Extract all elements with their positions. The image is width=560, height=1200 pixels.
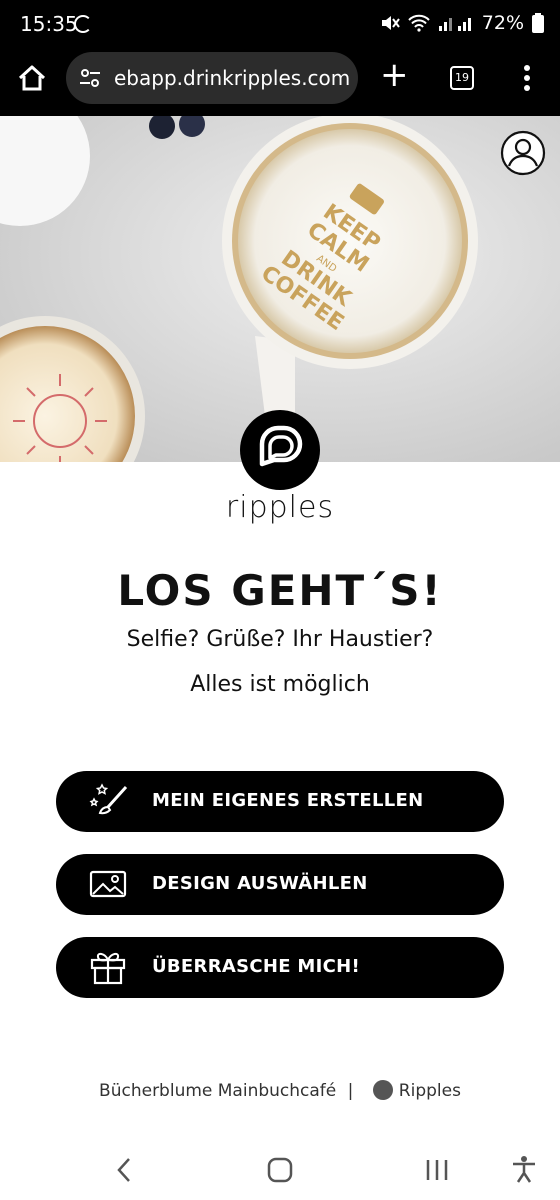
footer: Bücherblume Mainbuchcafé | Ripples xyxy=(0,1080,560,1101)
status-indicators: 72% xyxy=(380,12,544,34)
subtitle-line-1: Selfie? Grüße? Ihr Haustier? xyxy=(126,627,434,652)
create-own-label: MEIN EIGENES ERSTELLEN xyxy=(152,790,424,811)
surprise-me-label: ÜBERRASCHE MICH! xyxy=(152,956,360,977)
ripples-footer-icon xyxy=(372,1080,393,1100)
subtitle-line-2: Alles ist möglich xyxy=(190,672,370,697)
page-title: LOS GEHT´S! xyxy=(117,566,443,615)
image-icon xyxy=(89,870,127,898)
home-nav-icon[interactable] xyxy=(266,1156,294,1184)
status-time: 15:35 xyxy=(20,12,78,36)
battery-icon xyxy=(532,13,544,33)
status-bar: 15:35 72% xyxy=(0,0,560,48)
browser-toolbar: ebapp.drinkripples.com + 19 xyxy=(0,48,560,116)
recent-apps-icon[interactable] xyxy=(424,1156,450,1184)
create-own-button[interactable]: MEIN EIGENES ERSTELLEN xyxy=(56,771,504,832)
brand-name: ripples xyxy=(225,490,335,525)
ripples-logo xyxy=(240,410,320,490)
accessibility-icon[interactable] xyxy=(510,1154,538,1184)
new-tab-button[interactable]: + xyxy=(380,58,409,92)
venue-link[interactable]: Bücherblume Mainbuchcafé xyxy=(99,1081,336,1101)
system-nav-bar xyxy=(0,1140,560,1200)
choose-design-label: DESIGN AUSWÄHLEN xyxy=(152,873,368,894)
battery-percent: 72% xyxy=(481,12,524,34)
home-icon[interactable] xyxy=(16,62,48,94)
site-settings-icon[interactable] xyxy=(78,66,102,90)
signal-icon xyxy=(438,18,471,31)
ripples-logo-icon xyxy=(259,425,303,467)
surprise-me-button[interactable]: ÜBERRASCHE MICH! xyxy=(56,937,504,998)
magic-brush-icon xyxy=(89,783,128,815)
sync-icon xyxy=(74,15,92,33)
mute-icon xyxy=(381,16,400,30)
gift-icon xyxy=(90,952,126,985)
url-text[interactable]: ebapp.drinkripples.com xyxy=(114,66,352,90)
wifi-icon xyxy=(408,14,430,32)
tab-switcher-button[interactable]: 19 xyxy=(450,66,474,90)
url-bar[interactable]: ebapp.drinkripples.com xyxy=(66,52,358,104)
ripples-footer-link[interactable]: Ripples xyxy=(399,1081,461,1101)
more-options-icon[interactable] xyxy=(518,62,536,94)
back-icon[interactable] xyxy=(112,1156,136,1184)
choose-design-button[interactable]: DESIGN AUSWÄHLEN xyxy=(56,854,504,915)
footer-separator: | xyxy=(347,1081,354,1101)
user-account-icon[interactable] xyxy=(500,130,546,176)
